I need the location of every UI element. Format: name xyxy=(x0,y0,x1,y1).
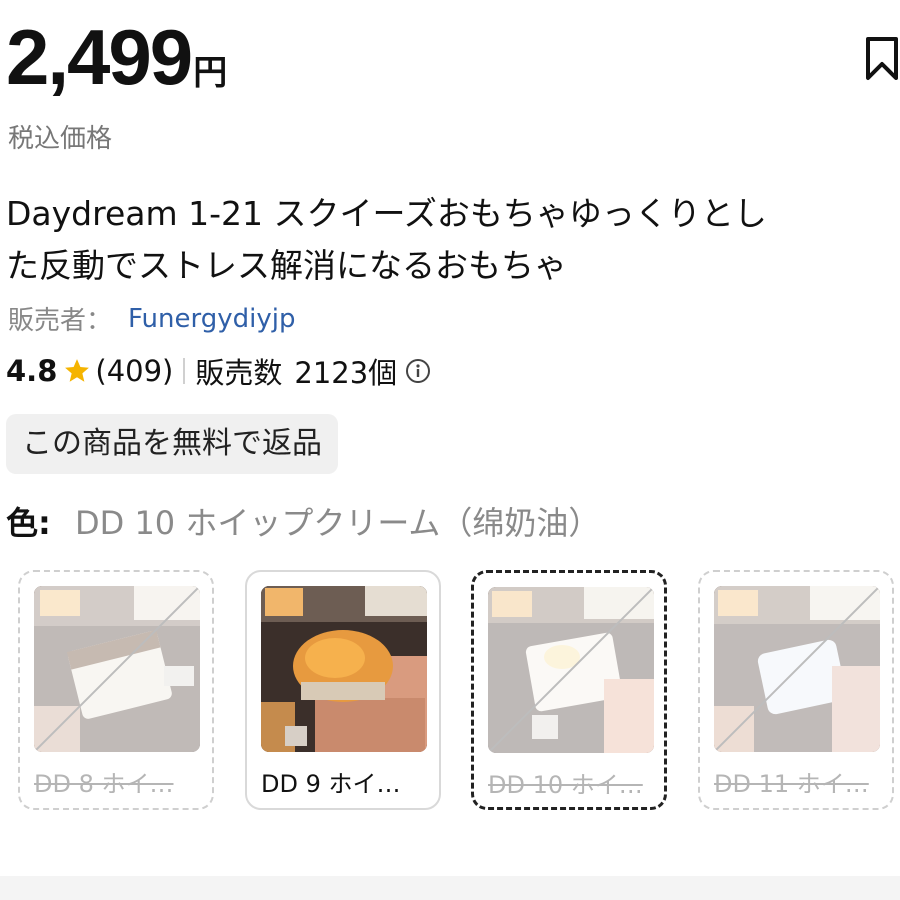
bookmark-icon[interactable] xyxy=(864,36,900,82)
seller-link[interactable]: Funergydiyjp xyxy=(128,304,295,334)
rating-row: 4.8 (409) 販売数 2123個 xyxy=(6,350,431,392)
color-value: DD 10 ホイップクリーム（绵奶油） xyxy=(74,504,601,542)
price: 2,499 円 xyxy=(6,18,227,96)
price-currency: 円 xyxy=(193,53,228,93)
variant-thumbnail xyxy=(261,586,427,752)
color-label: 色: xyxy=(6,504,51,542)
price-amount: 2,499 xyxy=(6,13,193,101)
variant-thumbnail xyxy=(488,587,654,753)
variant-thumbnail xyxy=(714,586,880,752)
variant-label: DD 9 ホイ… xyxy=(261,770,401,798)
variant-dd9[interactable]: DD 9 ホイ… xyxy=(245,570,441,810)
variant-thumbnail xyxy=(34,586,200,752)
variant-label: DD 10 ホイ… xyxy=(488,771,643,799)
sold-count: 2123個 xyxy=(294,356,398,390)
variant-label: DD 11 ホイ… xyxy=(714,770,869,798)
star-icon xyxy=(65,359,90,382)
free-return-badge[interactable]: この商品を無料で返品 xyxy=(6,414,338,474)
sold-label: 販売数 xyxy=(195,356,283,390)
product-title: Daydream 1-21 スクイーズおもちゃゆっくりとし た反動でストレス解消… xyxy=(6,188,896,292)
variant-dd8[interactable]: DD 8 ホイ… xyxy=(18,570,214,810)
tax-note: 税込価格 xyxy=(8,124,113,154)
product-title-line-2: た反動でストレス解消になるおもちゃ xyxy=(6,246,567,285)
seller-label: 販売者： xyxy=(8,306,113,336)
color-option: 色: DD 10 ホイップクリーム（绵奶油） xyxy=(6,498,600,544)
variant-label: DD 8 ホイ… xyxy=(34,770,174,798)
variant-dd10[interactable]: DD 10 ホイ… xyxy=(471,570,667,810)
variant-dd11[interactable]: DD 11 ホイ… xyxy=(698,570,894,810)
divider xyxy=(183,358,186,384)
section-divider xyxy=(0,876,900,900)
rating-score: 4.8 xyxy=(6,354,58,388)
seller-row: 販売者： Funergydiyjp xyxy=(8,300,295,337)
info-icon[interactable] xyxy=(405,358,431,384)
product-page: 2,499 円 税込価格 Daydream 1-21 スクイーズおもちゃゆっくり… xyxy=(0,0,900,900)
product-title-line-1: Daydream 1-21 スクイーズおもちゃゆっくりとし xyxy=(6,194,767,233)
rating-count[interactable]: (409) xyxy=(95,354,173,388)
